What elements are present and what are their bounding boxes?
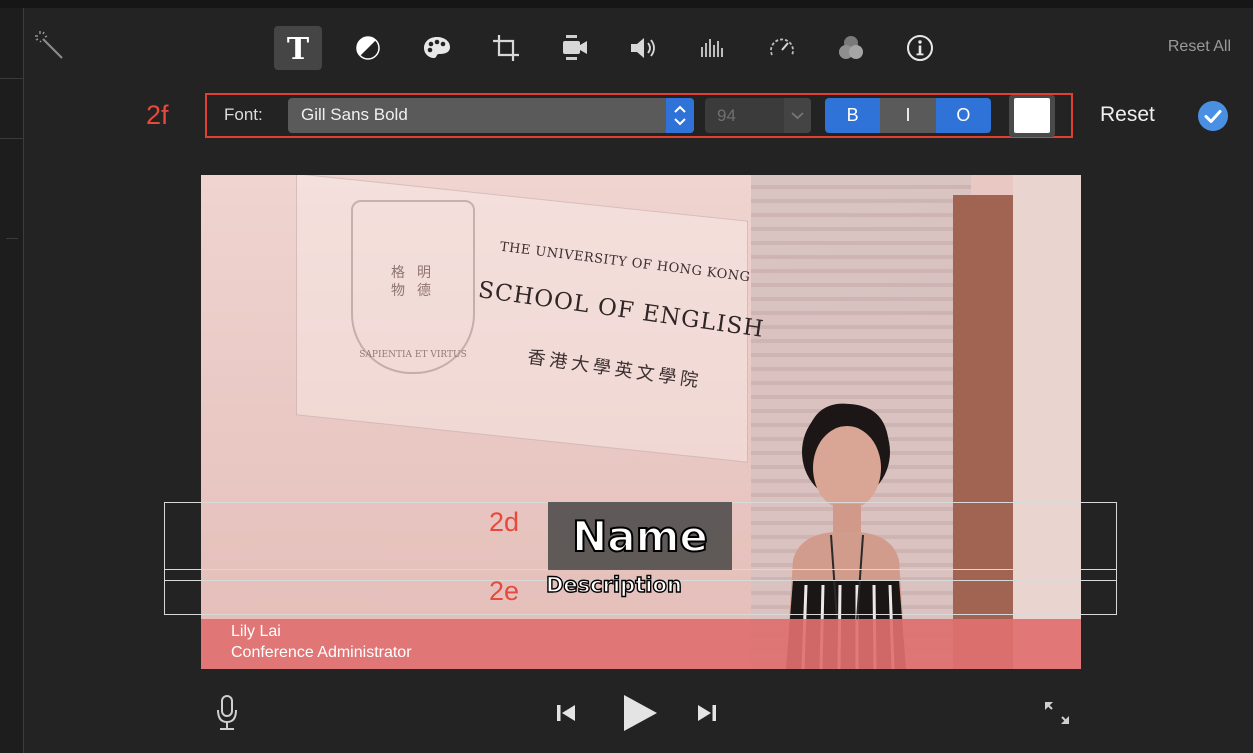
- university-crest: 格明物德 SAPIENTIA ET VIRTUS: [351, 200, 475, 374]
- volume-tool[interactable]: [621, 26, 667, 70]
- crest-motto: SAPIENTIA ET VIRTUS: [359, 350, 467, 360]
- filter-circles-icon: [839, 36, 863, 59]
- info-tool[interactable]: [897, 26, 943, 70]
- font-family-select[interactable]: Gill Sans Bold: [288, 98, 694, 133]
- voiceover-button[interactable]: [214, 693, 240, 733]
- camera-stabilization-icon: [563, 35, 587, 60]
- speedometer-icon: [770, 38, 794, 56]
- checkmark-icon: [1204, 110, 1222, 123]
- text-T-icon: T: [287, 33, 310, 63]
- title-name-field[interactable]: Name: [548, 502, 732, 570]
- equalizer-icon: [701, 39, 723, 57]
- font-size-value: 94: [717, 106, 736, 125]
- fullscreen-icon: [1045, 702, 1069, 724]
- annotation-2d: 2d: [489, 507, 520, 537]
- stabilization-tool[interactable]: [552, 26, 598, 70]
- reset-all-button[interactable]: Reset All: [1168, 38, 1231, 56]
- right-wall: [1013, 175, 1081, 669]
- text-style-segmented: B I O: [825, 98, 991, 133]
- palette-icon: [424, 37, 450, 58]
- italic-button[interactable]: I: [880, 98, 936, 133]
- bold-button[interactable]: B: [825, 98, 881, 133]
- title-description-field[interactable]: Description: [545, 572, 682, 597]
- font-size-dropdown[interactable]: [784, 98, 811, 133]
- annotation-2e: 2e: [489, 576, 520, 606]
- panel-separator: [0, 78, 24, 79]
- lower-third-description: Conference Administrator: [231, 644, 412, 661]
- crest-characters: 格明物德: [381, 264, 441, 300]
- skip-back-icon: [557, 705, 575, 721]
- color-correction-tool[interactable]: [414, 26, 460, 70]
- svg-text:T: T: [287, 33, 310, 63]
- info-icon: [907, 35, 933, 61]
- panel-divider: [23, 8, 24, 753]
- crest-character: 明: [417, 265, 431, 281]
- lower-third-name: Lily Lai: [231, 623, 281, 640]
- annotation-2f: 2f: [146, 100, 169, 130]
- panel-separator: [0, 138, 24, 139]
- crop-icon: [493, 35, 519, 61]
- skip-forward-button[interactable]: [694, 700, 720, 726]
- play-button[interactable]: [620, 692, 660, 734]
- apply-checkmark-button[interactable]: [1198, 101, 1228, 131]
- color-balance-icon: [356, 36, 380, 60]
- magic-wand-icon[interactable]: [34, 30, 64, 60]
- crest-character: 物: [391, 283, 405, 299]
- crop-tool[interactable]: [483, 26, 529, 70]
- outline-button[interactable]: O: [935, 98, 991, 133]
- font-select-stepper[interactable]: [666, 98, 694, 133]
- microphone-icon: [217, 695, 237, 730]
- left-panel-edge: [0, 8, 24, 753]
- crest-character: 格: [391, 265, 405, 281]
- noise-reduction-tool[interactable]: [690, 26, 736, 70]
- adjustments-toolbar: T: [274, 25, 966, 71]
- chevron-updown-icon: [674, 105, 686, 126]
- speed-tool[interactable]: [759, 26, 805, 70]
- skip-back-button[interactable]: [553, 700, 579, 726]
- font-label: Font:: [224, 105, 263, 124]
- chevron-down-icon: [791, 112, 804, 120]
- clip-filter-tool[interactable]: [828, 26, 874, 70]
- font-size-combo[interactable]: 94: [705, 98, 811, 133]
- window-top-edge: [0, 0, 1253, 8]
- wooden-door: [953, 195, 1013, 669]
- play-icon: [624, 695, 657, 731]
- title-text-tool[interactable]: T: [274, 26, 322, 70]
- fullscreen-button[interactable]: [1039, 697, 1075, 729]
- text-color-swatch[interactable]: [1014, 98, 1050, 133]
- reset-button[interactable]: Reset: [1100, 103, 1155, 127]
- skip-forward-icon: [698, 705, 716, 721]
- panel-separator: [6, 238, 18, 239]
- crest-character: 德: [417, 283, 431, 299]
- color-balance-tool[interactable]: [345, 26, 391, 70]
- font-family-value: Gill Sans Bold: [301, 105, 408, 124]
- volume-icon: [631, 38, 655, 58]
